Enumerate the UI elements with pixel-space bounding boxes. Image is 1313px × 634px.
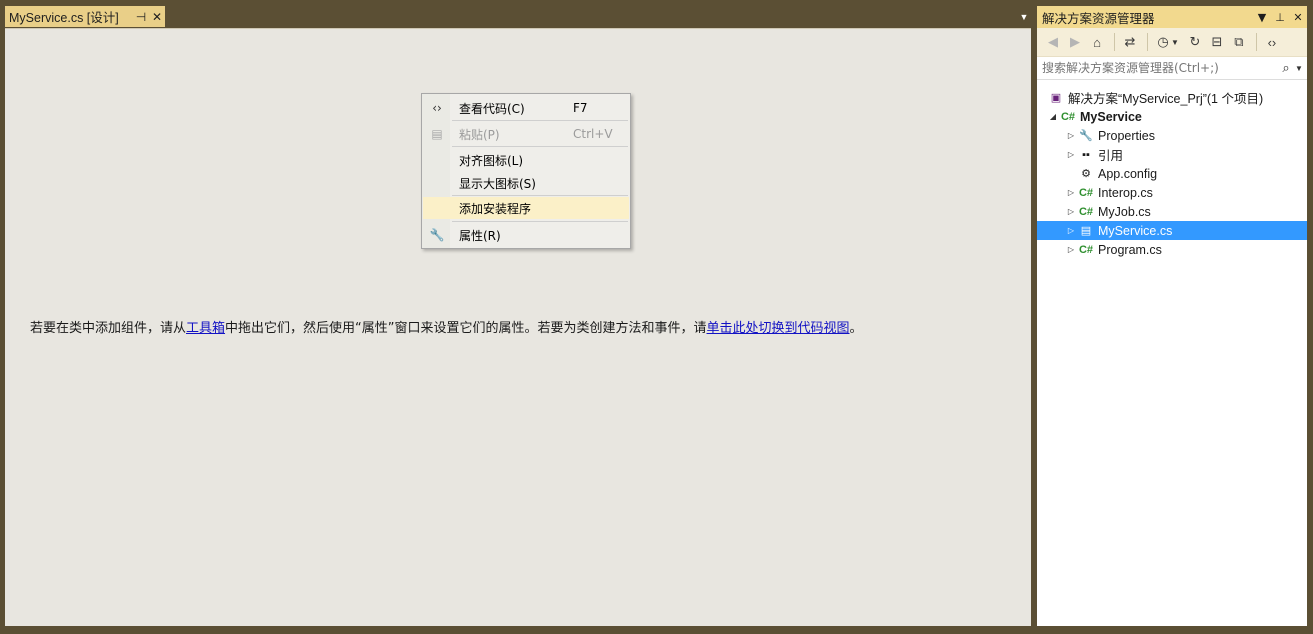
pin-icon[interactable]: ⊥ bbox=[1271, 11, 1289, 24]
tree-item-label: App.config bbox=[1098, 166, 1158, 181]
solution-explorer-panel: 解决方案资源管理器 ▼ ⊥ ✕ ◀ ▶ ⌂ ⇄ ◷ ▼ ↻ ⊟ ⧉ ‹› ⌕ ▼… bbox=[1037, 6, 1307, 626]
document-tab-strip: MyService.cs [设计] ⊣ ✕ ▼ bbox=[0, 0, 1033, 28]
solution-explorer-search-box: ⌕ ▼ bbox=[1037, 57, 1307, 80]
menu-item-label: 查看代码(C) bbox=[459, 101, 525, 116]
tree-item-app-config[interactable]: ⚙ App.config bbox=[1037, 164, 1307, 183]
menu-item-label: 添加安装程序 bbox=[459, 201, 532, 216]
expanded-arrow-icon[interactable]: ◢ bbox=[1047, 112, 1059, 121]
menu-item-label: 粘贴(P) bbox=[459, 127, 500, 142]
tab-list-dropdown-icon[interactable]: ▼ bbox=[1017, 10, 1031, 24]
csharp-file-icon: C# bbox=[1078, 243, 1094, 256]
chevron-down-icon[interactable]: ▼ bbox=[1295, 64, 1307, 73]
menu-separator bbox=[452, 146, 628, 147]
tree-item-label: Properties bbox=[1098, 128, 1155, 143]
menu-item-label: 属性(R) bbox=[459, 228, 501, 243]
designer-context-menu: ‹› 查看代码(C) F7 ▤ 粘贴(P) Ctrl+V 对齐图标(L) 显示大… bbox=[421, 93, 631, 249]
pin-icon[interactable]: ⊣ bbox=[133, 10, 149, 24]
switch-to-code-view-link[interactable]: 单击此处切换到代码视图 bbox=[707, 321, 850, 336]
tree-item-label: 解决方案“MyService_Prj”(1 个项目) bbox=[1068, 92, 1264, 106]
close-icon[interactable]: ✕ bbox=[149, 10, 165, 24]
solution-icon: ▣ bbox=[1050, 92, 1062, 104]
collapsed-arrow-icon[interactable]: ▷ bbox=[1065, 150, 1077, 159]
menu-item-align-icons[interactable]: 对齐图标(L) bbox=[423, 149, 629, 171]
menu-item-shortcut: F7 bbox=[573, 101, 588, 115]
collapse-all-icon[interactable]: ⊟ bbox=[1207, 32, 1227, 52]
document-tab-myservice-design[interactable]: MyService.cs [设计] ⊣ ✕ bbox=[5, 6, 165, 27]
tree-item-label: Interop.cs bbox=[1098, 185, 1153, 200]
show-all-files-icon[interactable]: ⧉ bbox=[1229, 32, 1249, 52]
menu-separator bbox=[452, 221, 628, 222]
window-position-dropdown-icon[interactable]: ▼ bbox=[1253, 11, 1271, 24]
solution-explorer-title-bar: 解决方案资源管理器 ▼ ⊥ ✕ bbox=[1037, 6, 1307, 28]
csharp-project-icon: C# bbox=[1060, 110, 1076, 123]
hint-text-part: 若要在类中添加组件，请从 bbox=[30, 321, 187, 336]
tree-item-label: 引用 bbox=[1098, 149, 1124, 163]
toolbox-link[interactable]: 工具箱 bbox=[186, 321, 225, 336]
tree-item-label: Program.cs bbox=[1098, 242, 1162, 257]
paste-icon: ▤ bbox=[431, 127, 443, 141]
collapsed-arrow-icon[interactable]: ▷ bbox=[1065, 226, 1077, 235]
csharp-file-icon: C# bbox=[1078, 186, 1094, 199]
forward-icon[interactable]: ▶ bbox=[1065, 32, 1085, 52]
menu-separator bbox=[452, 120, 628, 121]
menu-item-paste[interactable]: ▤ 粘贴(P) Ctrl+V bbox=[423, 123, 629, 145]
search-input[interactable] bbox=[1037, 60, 1277, 76]
menu-item-view-code[interactable]: ‹› 查看代码(C) F7 bbox=[423, 97, 629, 119]
wrench-icon: 🔧 bbox=[1079, 130, 1093, 142]
menu-item-label: 对齐图标(L) bbox=[459, 153, 524, 168]
tree-item-project-myservice[interactable]: ◢ C# MyService bbox=[1037, 107, 1307, 126]
collapsed-arrow-icon[interactable]: ▷ bbox=[1065, 245, 1077, 254]
hint-text-part: 中拖出它们，然后使用“属性”窗口来设置它们的属性。若要为类创建方法和事件，请 bbox=[225, 321, 707, 336]
menu-item-show-large-icons[interactable]: 显示大图标(S) bbox=[423, 172, 629, 194]
menu-item-add-installer[interactable]: 添加安装程序 bbox=[423, 197, 629, 219]
chevron-down-icon[interactable]: ▼ bbox=[1171, 38, 1179, 47]
csharp-file-icon: C# bbox=[1078, 205, 1094, 218]
service-file-icon: ▤ bbox=[1080, 225, 1092, 237]
menu-separator bbox=[452, 195, 628, 196]
tree-item-program-cs[interactable]: ▷ C# Program.cs bbox=[1037, 240, 1307, 259]
tree-item-label: MyService.cs bbox=[1098, 223, 1173, 238]
sync-with-active-document-icon[interactable]: ⇄ bbox=[1120, 32, 1140, 52]
menu-item-properties[interactable]: 🔧 属性(R) bbox=[423, 224, 629, 246]
code-view-icon: ‹› bbox=[432, 101, 442, 115]
tree-item-solution[interactable]: ▣ 解决方案“MyService_Prj”(1 个项目) bbox=[1037, 88, 1307, 107]
search-icon[interactable]: ⌕ bbox=[1277, 60, 1295, 76]
tree-item-myjob-cs[interactable]: ▷ C# MyJob.cs bbox=[1037, 202, 1307, 221]
tree-item-label: MyJob.cs bbox=[1098, 204, 1151, 219]
collapsed-arrow-icon[interactable]: ▷ bbox=[1065, 207, 1077, 216]
solution-explorer-title: 解决方案资源管理器 bbox=[1042, 10, 1155, 26]
tree-item-label: MyService bbox=[1080, 109, 1142, 124]
wrench-icon: 🔧 bbox=[429, 228, 445, 242]
menu-item-label: 显示大图标(S) bbox=[459, 176, 536, 191]
refresh-icon[interactable]: ↻ bbox=[1185, 32, 1205, 52]
home-icon[interactable]: ⌂ bbox=[1087, 32, 1107, 52]
references-icon: ▪▪ bbox=[1082, 148, 1090, 161]
tree-item-references[interactable]: ▷ ▪▪ 引用 bbox=[1037, 145, 1307, 164]
tree-item-interop-cs[interactable]: ▷ C# Interop.cs bbox=[1037, 183, 1307, 202]
close-icon[interactable]: ✕ bbox=[1289, 11, 1307, 24]
tree-item-properties[interactable]: ▷ 🔧 Properties bbox=[1037, 126, 1307, 145]
window-bottom-frame bbox=[0, 626, 1313, 634]
hint-text-part: 。 bbox=[849, 321, 863, 336]
solution-tree: ▣ 解决方案“MyService_Prj”(1 个项目) ◢ C# MyServ… bbox=[1037, 88, 1307, 259]
pending-changes-filter-icon[interactable]: ◷ bbox=[1153, 32, 1173, 52]
document-tab-title: MyService.cs [设计] bbox=[9, 11, 119, 25]
config-file-icon: ⚙ bbox=[1081, 168, 1091, 180]
view-code-icon[interactable]: ‹› bbox=[1262, 32, 1282, 52]
collapsed-arrow-icon[interactable]: ▷ bbox=[1065, 131, 1077, 140]
designer-hint-text: 若要在类中添加组件，请从工具箱中拖出它们，然后使用“属性”窗口来设置它们的属性。… bbox=[30, 317, 863, 336]
collapsed-arrow-icon[interactable]: ▷ bbox=[1065, 188, 1077, 197]
solution-explorer-toolbar: ◀ ▶ ⌂ ⇄ ◷ ▼ ↻ ⊟ ⧉ ‹› bbox=[1037, 28, 1307, 57]
menu-item-shortcut: Ctrl+V bbox=[573, 127, 613, 141]
tree-item-myservice-cs[interactable]: ▷ ▤ MyService.cs bbox=[1037, 221, 1307, 240]
back-icon[interactable]: ◀ bbox=[1043, 32, 1063, 52]
